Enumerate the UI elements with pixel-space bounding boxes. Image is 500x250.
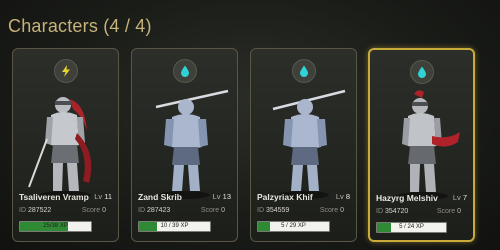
xp-bar: 5 / 29 XP [257,221,330,232]
character-name: Zand Skrib [138,192,182,202]
xp-text: 10 / 39 XP [160,223,189,229]
character-level: Lv 13 [212,192,231,201]
water-drop-icon [291,59,316,83]
xp-bar: 10 / 39 XP [138,221,211,232]
character-id: ID 354720 [376,208,409,215]
xp-text: 5 / 29 XP [281,223,306,229]
character-card[interactable]: Zand Skrib Lv 13 ID 287423 Score 0 10 / … [131,48,238,242]
character-portrait [155,89,229,199]
page-title: Characters (4 / 4) [8,16,152,36]
xp-bar: 25/38 XP [19,221,92,232]
lightning-icon [53,59,78,83]
xp-text: 25/38 XP [43,223,68,229]
character-card[interactable]: Palzyriax Khif Lv 8 ID 354559 Score 0 5 … [250,48,357,242]
water-drop-icon [409,60,434,84]
character-portrait [28,97,92,199]
character-score: Score 0 [81,207,106,214]
character-list: Tsaliveren Vramp Lv 11 ID 287522 Score 0… [12,48,492,248]
character-card-selected[interactable]: Hazyrg Melshiv Lv 7 ID 354720 Score 0 5 … [368,48,475,242]
character-score: Score 0 [319,207,344,214]
character-name: Hazyrg Melshiv [376,193,438,203]
xp-text: 5 / 24 XP [399,224,424,230]
water-drop-icon [172,59,197,83]
character-level: Lv 7 [452,193,467,202]
character-score: Score 0 [200,207,225,214]
character-card[interactable]: Tsaliveren Vramp Lv 11 ID 287522 Score 0… [12,48,119,242]
character-portrait [272,89,346,199]
character-id: ID 287423 [138,207,171,214]
character-portrait [396,90,460,200]
character-name: Palzyriax Khif [257,192,313,202]
character-level: Lv 11 [94,192,112,201]
character-id: ID 287522 [19,207,52,214]
character-name: Tsaliveren Vramp [19,192,89,202]
character-level: Lv 8 [335,192,350,201]
character-score: Score 0 [436,208,461,215]
character-id: ID 354559 [257,207,290,214]
xp-bar: 5 / 24 XP [376,222,447,233]
